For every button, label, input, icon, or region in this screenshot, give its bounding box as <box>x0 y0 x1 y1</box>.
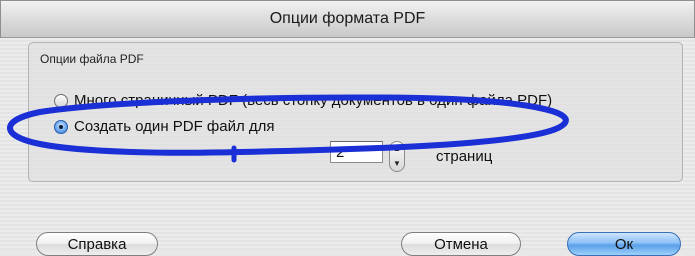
group-title: Опции файла PDF <box>40 52 144 66</box>
pages-count-input[interactable] <box>330 141 383 163</box>
window-title: Опции формата PDF <box>269 10 426 27</box>
help-button[interactable]: Справка <box>36 232 158 256</box>
radio-multi-page-label: Много страничный PDF (весь стопку докуме… <box>74 92 553 109</box>
ok-button[interactable]: Ок <box>567 232 681 256</box>
pages-suffix-label: страниц <box>436 148 493 165</box>
radio-multi-page-control[interactable] <box>54 93 68 108</box>
radio-single-pdf[interactable]: Создать один PDF файл для <box>54 118 275 135</box>
pages-count-stepper[interactable]: ▲ ▼ <box>389 141 405 172</box>
radio-single-pdf-label: Создать один PDF файл для <box>74 118 275 135</box>
stepper-down-arrow-icon[interactable]: ▼ <box>393 159 401 168</box>
title-bar: Опции формата PDF <box>0 0 695 38</box>
stepper-up-arrow-icon[interactable]: ▲ <box>393 145 401 153</box>
radio-multi-page[interactable]: Много страничный PDF (весь стопку докуме… <box>54 92 552 109</box>
cancel-button[interactable]: Отмена <box>401 232 521 256</box>
radio-single-pdf-control[interactable] <box>54 119 68 134</box>
